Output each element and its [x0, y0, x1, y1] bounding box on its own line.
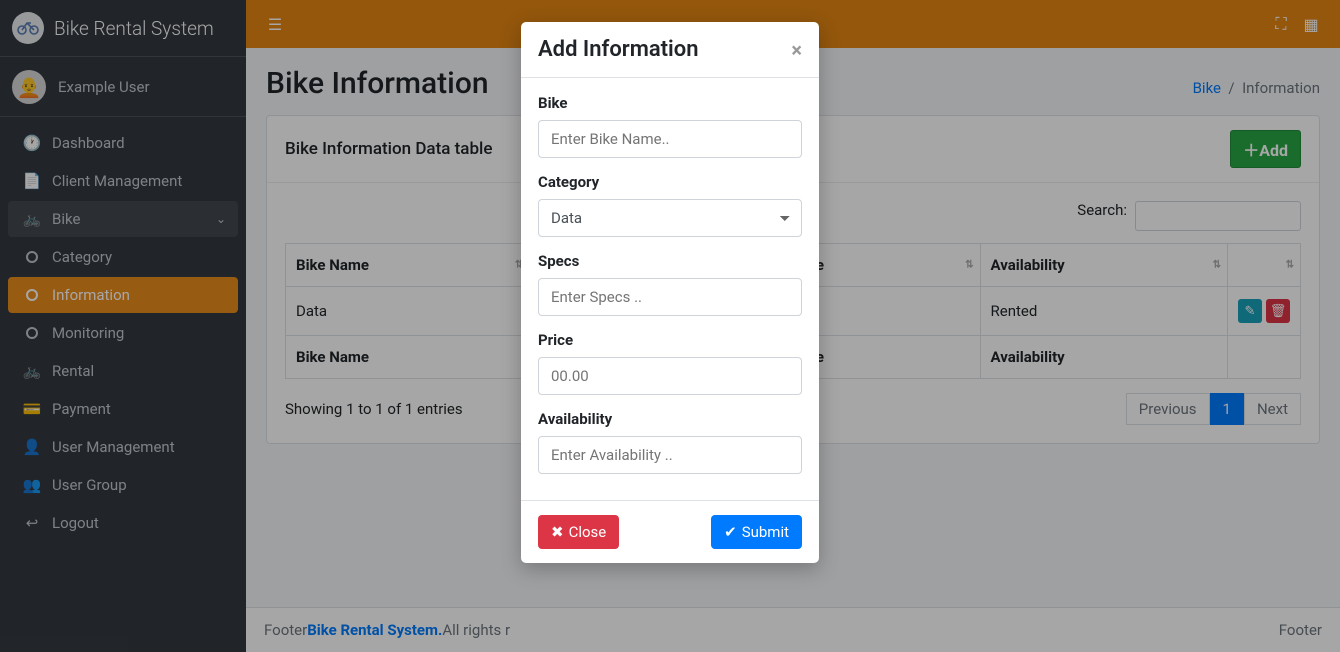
- category-select[interactable]: Data: [538, 199, 802, 237]
- bike-name-input[interactable]: [538, 120, 802, 158]
- price-input[interactable]: [538, 357, 802, 395]
- availability-input[interactable]: [538, 436, 802, 474]
- modal-footer: ✖Close ✔Submit: [521, 500, 819, 563]
- modal-title: Add Information: [538, 37, 699, 62]
- label-specs: Specs: [538, 252, 802, 270]
- label-category: Category: [538, 173, 802, 191]
- specs-input[interactable]: [538, 278, 802, 316]
- label-bike: Bike: [538, 94, 802, 112]
- check-icon: ✔: [724, 523, 737, 541]
- x-icon: ✖: [551, 523, 564, 541]
- close-button[interactable]: ✖Close: [538, 515, 619, 549]
- submit-button[interactable]: ✔Submit: [711, 515, 802, 549]
- add-information-modal: Add Information × Bike Category Data Spe…: [521, 22, 819, 563]
- modal-header: Add Information ×: [521, 22, 819, 78]
- label-availability: Availability: [538, 410, 802, 428]
- label-price: Price: [538, 331, 802, 349]
- close-icon[interactable]: ×: [791, 38, 802, 62]
